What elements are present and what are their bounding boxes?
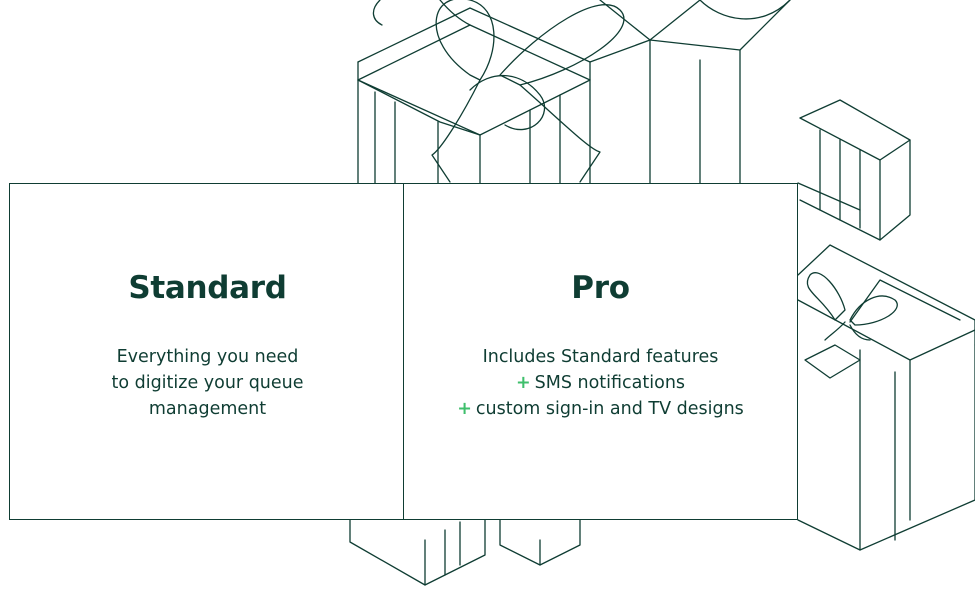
plus-icon: + — [515, 373, 531, 393]
plan-description-standard: Everything you need to digitize your que… — [10, 344, 405, 422]
plan-intro-line: Includes Standard features — [482, 347, 719, 367]
plus-icon: + — [457, 399, 472, 419]
plan-card-standard[interactable]: Standard Everything you need to digitize… — [9, 183, 406, 520]
plan-card-pro[interactable]: Pro Includes Standard features + SMS noti… — [403, 183, 798, 520]
plan-description-pro: Includes Standard features + SMS notifica… — [404, 344, 797, 422]
plan-title-standard: Standard — [128, 270, 287, 306]
plan-description-line: to digitize your queue — [111, 373, 304, 393]
plan-feature-line: + SMS notifications — [404, 370, 797, 396]
plan-title-pro: Pro — [571, 270, 630, 306]
plan-feature-text: custom sign-in and TV designs — [475, 399, 744, 419]
plan-description-line: Everything you need — [116, 347, 299, 367]
plan-description-line: management — [148, 399, 267, 419]
plan-feature-line: + custom sign-in and TV designs — [404, 396, 797, 422]
plan-feature-text: SMS notifications — [534, 373, 686, 393]
